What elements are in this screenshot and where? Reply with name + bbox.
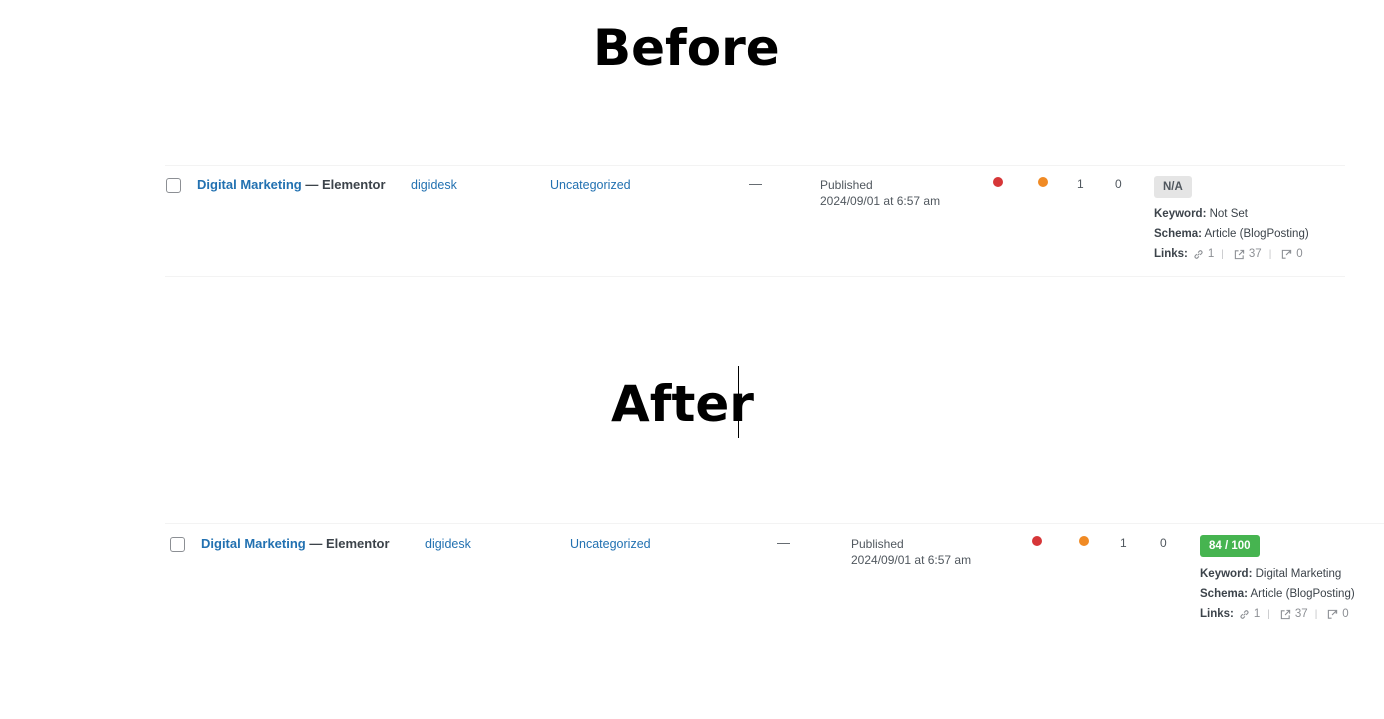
internal-links-value: 1 bbox=[1253, 608, 1261, 620]
external-link-icon bbox=[1234, 249, 1245, 259]
incoming-link-icon bbox=[1282, 249, 1292, 259]
internal-links-count: 1 bbox=[1077, 177, 1084, 191]
incoming-links-value: 0 bbox=[1342, 608, 1349, 620]
internal-link-icon bbox=[1240, 609, 1249, 619]
author-link[interactable]: digidesk bbox=[411, 178, 457, 192]
incoming-links-value: 0 bbox=[1296, 248, 1303, 260]
seo-score-badge[interactable]: 84 / 100 bbox=[1200, 535, 1260, 557]
text-cursor bbox=[738, 366, 739, 438]
keyword-label: Keyword: bbox=[1154, 208, 1207, 220]
seo-score-badge[interactable]: N/A bbox=[1154, 176, 1192, 198]
post-status: Published bbox=[851, 537, 904, 551]
date-cell: Published 2024/09/01 at 6:57 am bbox=[851, 536, 971, 568]
post-date: 2024/09/01 at 6:57 am bbox=[851, 553, 972, 567]
incoming-link-icon bbox=[1328, 609, 1338, 619]
tags-empty: — bbox=[777, 535, 790, 550]
post-state: — Elementor bbox=[301, 177, 386, 192]
date-cell: Published 2024/09/01 at 6:57 am bbox=[820, 177, 940, 209]
keyword-line: Keyword: Not Set bbox=[1154, 208, 1248, 220]
seo-status-dot bbox=[1032, 536, 1042, 546]
external-links-value: 37 bbox=[1294, 608, 1308, 620]
incoming-links-count: 0 bbox=[1160, 536, 1167, 550]
external-links-value: 37 bbox=[1248, 248, 1262, 260]
post-title: Digital Marketing — Elementor bbox=[197, 177, 386, 192]
links-line: Links: 1 | 37 | 0 bbox=[1200, 608, 1349, 620]
keyword-line: Keyword: Digital Marketing bbox=[1200, 568, 1341, 580]
post-date: 2024/09/01 at 6:57 am bbox=[820, 194, 941, 208]
readability-status-dot bbox=[1079, 536, 1089, 546]
schema-value: Article (BlogPosting) bbox=[1250, 588, 1355, 600]
post-status: Published bbox=[820, 178, 873, 192]
links-separator: | bbox=[1221, 248, 1224, 260]
internal-links-value: 1 bbox=[1207, 248, 1215, 260]
links-separator: | bbox=[1268, 248, 1272, 260]
schema-label: Schema: bbox=[1200, 588, 1248, 600]
category-link[interactable]: Uncategorized bbox=[550, 178, 631, 192]
tags-empty: — bbox=[749, 176, 762, 191]
links-label: Links: bbox=[1200, 608, 1234, 620]
post-row-before: Digital Marketing — Elementor digidesk U… bbox=[165, 165, 1345, 277]
post-title-link[interactable]: Digital Marketing bbox=[197, 177, 302, 192]
keyword-label: Keyword: bbox=[1200, 568, 1253, 580]
links-separator: | bbox=[1314, 608, 1318, 620]
before-heading: Before bbox=[593, 19, 780, 77]
schema-value: Article (BlogPosting) bbox=[1204, 228, 1309, 240]
keyword-value: Digital Marketing bbox=[1255, 568, 1342, 580]
after-heading: After bbox=[611, 375, 754, 433]
row-checkbox[interactable] bbox=[166, 178, 181, 193]
links-separator: | bbox=[1267, 608, 1270, 620]
post-title-link[interactable]: Digital Marketing bbox=[201, 536, 306, 551]
category-link[interactable]: Uncategorized bbox=[570, 537, 651, 551]
row-checkbox[interactable] bbox=[170, 537, 185, 552]
internal-links-count: 1 bbox=[1120, 536, 1127, 550]
post-state: — Elementor bbox=[305, 536, 390, 551]
schema-line: Schema: Article (BlogPosting) bbox=[1200, 588, 1355, 600]
schema-label: Schema: bbox=[1154, 228, 1202, 240]
schema-line: Schema: Article (BlogPosting) bbox=[1154, 228, 1309, 240]
post-row-after: Digital Marketing — Elementor digidesk U… bbox=[165, 523, 1384, 640]
links-label: Links: bbox=[1154, 248, 1188, 260]
incoming-links-count: 0 bbox=[1115, 177, 1122, 191]
post-title: Digital Marketing — Elementor bbox=[201, 536, 390, 551]
author-link[interactable]: digidesk bbox=[425, 537, 471, 551]
links-line: Links: 1 | 37 | 0 bbox=[1154, 248, 1303, 260]
internal-link-icon bbox=[1194, 249, 1203, 259]
readability-status-dot bbox=[1038, 177, 1048, 187]
seo-status-dot bbox=[993, 177, 1003, 187]
external-link-icon bbox=[1280, 609, 1291, 619]
keyword-value: Not Set bbox=[1209, 208, 1248, 220]
